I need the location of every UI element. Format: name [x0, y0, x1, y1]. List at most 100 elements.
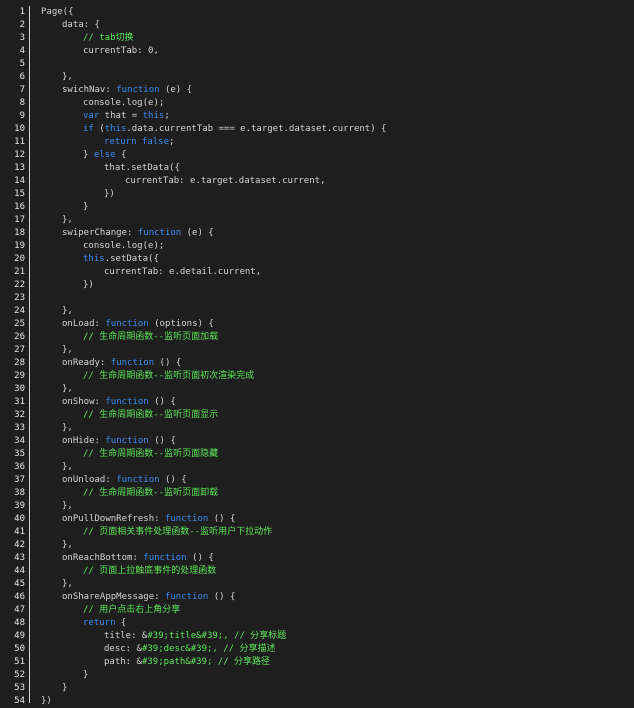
- line-number: 32: [14, 410, 25, 420]
- code-line: 53}: [0, 682, 634, 695]
- keyword-token: else: [93, 150, 116, 160]
- code-token: onShareAppMessage:: [62, 592, 165, 602]
- line-code: // 生命周期函数--监听页面初次渲染完成: [83, 370, 254, 383]
- line-code: } else {: [83, 149, 126, 162]
- keyword-token: function: [116, 475, 160, 485]
- line-number: 13: [14, 163, 25, 173]
- line-code: title: &#39;title&#39;, // 分享标题: [104, 630, 286, 643]
- code-token: () {: [148, 436, 176, 446]
- line-number: 3: [19, 33, 25, 43]
- keyword-token: return false: [104, 137, 170, 147]
- code-line: 17},: [0, 214, 634, 227]
- line-code: currentTab: e.target.dataset.current,: [125, 175, 325, 188]
- code-line: 27},: [0, 344, 634, 357]
- line-number: 10: [14, 124, 25, 134]
- code-line: 37 onUnload: function () {: [0, 474, 634, 487]
- keyword-token: function: [164, 514, 209, 524]
- code-line: 30},: [0, 383, 634, 396]
- line-code: },: [62, 422, 73, 435]
- code-token: },: [62, 345, 73, 355]
- line-number: 45: [14, 579, 25, 589]
- code-token: currentTab: e.target.dataset.current,: [125, 176, 326, 186]
- line-number: 31: [14, 397, 25, 407]
- line-code: desc: &#39;desc&#39;, // 分享描述: [104, 643, 275, 656]
- line-number: 22: [14, 280, 25, 290]
- line-number: 33: [14, 423, 25, 433]
- line-number: 2: [19, 20, 25, 30]
- keyword-token: this: [104, 124, 127, 134]
- code-token: (e) {: [159, 85, 193, 95]
- code-token: that =: [99, 111, 143, 121]
- code-token: },: [62, 215, 73, 225]
- line-number: 15: [14, 189, 25, 199]
- code-token: currentTab: 0,: [83, 46, 159, 56]
- code-token: (: [93, 124, 105, 134]
- code-token: .data.currentTab === e.target.dataset.cu…: [126, 124, 387, 134]
- line-code: if (this.data.currentTab === e.target.da…: [83, 123, 386, 136]
- code-line: 10 if (this.data.currentTab === e.target.…: [0, 123, 634, 136]
- line-number: 19: [14, 241, 25, 251]
- code-token: },: [62, 501, 73, 511]
- keyword-token: this: [142, 111, 165, 121]
- line-code: that.setData({: [104, 162, 180, 175]
- line-code: onLoad: function (options) {: [62, 318, 214, 331]
- line-code: currentTab: e.detail.current,: [104, 266, 261, 279]
- code-line: 48 return {: [0, 617, 634, 630]
- code-token: console.log(e);: [83, 98, 165, 108]
- code-line: 35 // 生命周期函数--监听页面隐藏: [0, 448, 634, 461]
- line-code: swiperChange: function (e) {: [62, 227, 214, 240]
- code-line: 45},: [0, 578, 634, 591]
- code-token: },: [62, 72, 73, 82]
- code-area[interactable]: 1 Page({2 data: {3 // tab切换 4 currentTab: 0, 5…: [0, 6, 634, 708]
- code-token: }): [41, 696, 52, 706]
- line-code: Page({: [41, 6, 74, 19]
- code-token: onHide:: [62, 436, 106, 446]
- code-line: 28 onReady: function () {: [0, 357, 634, 370]
- line-code: onUnload: function () {: [62, 474, 187, 487]
- code-line: 3 // tab切换: [0, 32, 634, 45]
- code-token: (options) {: [148, 319, 214, 329]
- line-number: 25: [14, 319, 25, 329]
- code-line: 34 onHide: function () {: [0, 435, 634, 448]
- line-code: },: [62, 539, 73, 552]
- code-token: () {: [186, 553, 214, 563]
- line-number: 37: [14, 475, 25, 485]
- line-code: path: &#39;path&#39; // 分享路径: [104, 656, 270, 669]
- line-number: 40: [14, 514, 25, 524]
- line-number: 9: [19, 111, 25, 121]
- code-token: onPullDownRefresh:: [62, 514, 165, 524]
- keyword-token: function: [105, 436, 149, 446]
- code-token: onReachBottom:: [62, 553, 144, 563]
- keyword-token: var: [83, 111, 100, 121]
- code-token: path: &: [104, 657, 142, 667]
- code-line: 47 // 用户点击右上角分享: [0, 604, 634, 617]
- line-code: this.setData({: [83, 253, 159, 266]
- code-token: }): [83, 280, 94, 290]
- line-code: },: [62, 461, 73, 474]
- line-number: 7: [19, 85, 25, 95]
- code-editor[interactable]: 1 Page({2 data: {3 // tab切换 4 currentTab: 0, 5…: [0, 0, 634, 706]
- line-number: 28: [14, 358, 25, 368]
- line-code: },: [62, 383, 73, 396]
- comment-token: // 生命周期函数--监听页面卸载: [83, 488, 219, 498]
- code-line: 39},: [0, 500, 634, 513]
- code-token: (e) {: [181, 228, 214, 238]
- line-number: 39: [14, 501, 25, 511]
- code-line: 2 data: {: [0, 19, 634, 32]
- line-number: 24: [14, 306, 25, 316]
- code-line: 51 path: &#39;path&#39; // 分享路径: [0, 656, 634, 669]
- line-number: 47: [14, 605, 25, 615]
- code-line: 9 var that = this;: [0, 110, 634, 123]
- keyword-token: this: [83, 254, 105, 264]
- line-number: 20: [14, 254, 25, 264]
- code-line: 46 onShareAppMessage: function () {: [0, 591, 634, 604]
- code-token: () {: [148, 397, 176, 407]
- code-line: 26 // 生命周期函数--监听页面加载: [0, 331, 634, 344]
- code-token: ;: [169, 137, 175, 147]
- code-line: 31 onShow: function () {: [0, 396, 634, 409]
- code-line: 41 // 页面相关事件处理函数--监听用户下拉动作: [0, 526, 634, 539]
- line-code: // 生命周期函数--监听页面加载: [83, 331, 218, 344]
- code-line: 15}): [0, 188, 634, 201]
- keyword-token: function: [105, 319, 149, 329]
- line-number: 26: [14, 332, 25, 342]
